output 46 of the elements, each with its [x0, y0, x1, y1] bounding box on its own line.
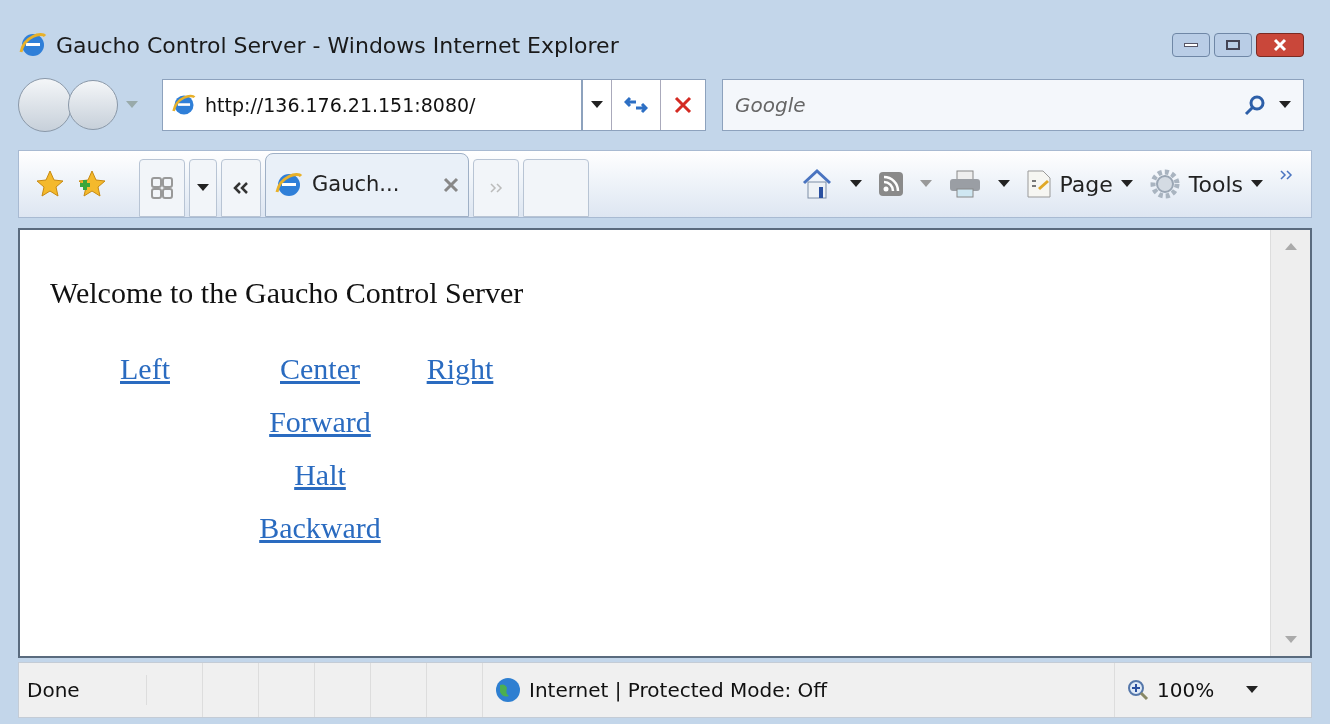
- close-icon: [673, 95, 693, 115]
- star-icon[interactable]: [35, 169, 65, 199]
- page-menu-button[interactable]: Page: [1025, 167, 1133, 201]
- search-field[interactable]: Google: [735, 90, 1243, 120]
- close-button[interactable]: [1256, 33, 1304, 57]
- link[interactable]: Left: [120, 352, 170, 385]
- link[interactable]: Center: [280, 352, 360, 385]
- globe-icon: [495, 677, 521, 703]
- caret-icon[interactable]: [1279, 101, 1291, 109]
- tools-menu-button[interactable]: Tools: [1148, 167, 1263, 201]
- welcome-text: Welcome to the Gaucho Control Server: [50, 275, 525, 311]
- minimize-button[interactable]: [1172, 33, 1210, 57]
- status-text: Done: [19, 675, 147, 705]
- search-box[interactable]: Google: [722, 79, 1304, 131]
- maximize-button[interactable]: [1214, 33, 1252, 57]
- link[interactable]: Halt: [294, 458, 346, 491]
- printer-icon[interactable]: [947, 169, 982, 199]
- feed-icon[interactable]: [877, 171, 904, 197]
- caret-icon[interactable]: [849, 180, 862, 188]
- search-icon[interactable]: [1243, 93, 1267, 117]
- grid-icon: [150, 176, 174, 200]
- browser-tab[interactable]: Gauch...: [265, 153, 469, 217]
- window-title: Gaucho Control Server - Windows Internet Explorer: [56, 31, 619, 60]
- close-icon[interactable]: [442, 176, 460, 194]
- double-chevron-right-icon: [489, 183, 503, 193]
- document-icon: [1025, 169, 1052, 199]
- link[interactable]: Right: [426, 352, 494, 385]
- link[interactable]: Backward: [259, 511, 381, 544]
- link[interactable]: Forward: [269, 405, 371, 438]
- address-field[interactable]: http://136.176.21.151:8080/: [162, 79, 582, 131]
- caret-icon[interactable]: [1120, 180, 1133, 188]
- zoom-level[interactable]: 100%: [1157, 675, 1215, 705]
- zoom-icon[interactable]: [1127, 679, 1149, 701]
- caret-icon[interactable]: [197, 184, 209, 192]
- caret-icon[interactable]: [997, 180, 1010, 188]
- caret-icon[interactable]: [1251, 180, 1263, 188]
- close-icon: [1273, 38, 1287, 52]
- scroll-left-button[interactable]: [221, 159, 261, 217]
- add-star-icon[interactable]: [77, 169, 107, 199]
- caret-icon[interactable]: [591, 101, 603, 109]
- security-zone-text: Internet | Protected Mode: Off: [529, 677, 828, 704]
- settings-icon: [1148, 168, 1181, 200]
- quick-tabs-button[interactable]: [139, 159, 185, 217]
- double-chevron-left-icon: [233, 182, 249, 194]
- caret-icon[interactable]: [1246, 686, 1259, 694]
- refresh-icon: [624, 94, 648, 116]
